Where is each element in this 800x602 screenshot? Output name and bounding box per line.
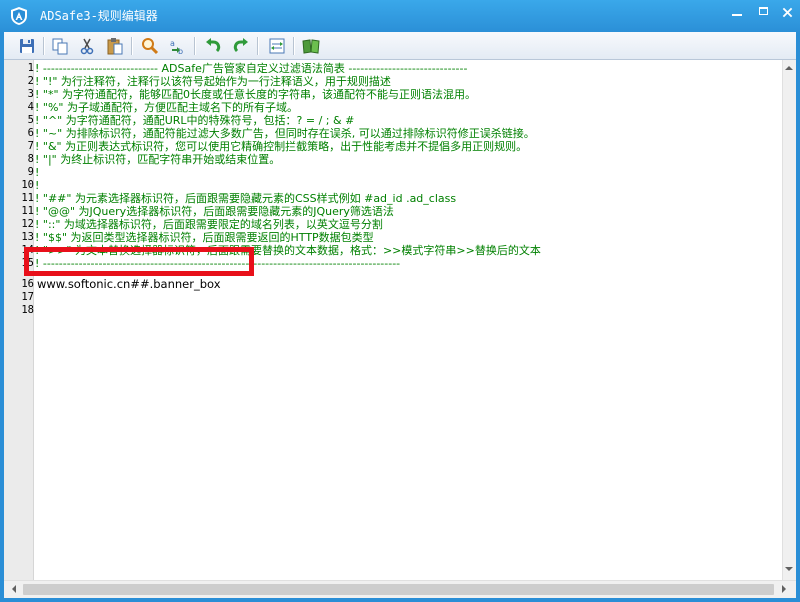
line-number: 13	[21, 231, 34, 243]
minimize-icon	[732, 14, 742, 16]
line-number: 9	[27, 166, 34, 178]
comment-text: ! "^" 为字符通配符，通配URL中的特殊符号，包括：? = / ; & #	[35, 114, 355, 127]
highlighted-rule-box	[24, 247, 254, 276]
comment-text: ! "~" 为排除标识符，通配符能过滤大多数广告，但同时存在误杀, 可以通过排除…	[35, 127, 535, 140]
paste-icon	[107, 38, 123, 55]
find-button[interactable]	[140, 36, 160, 56]
paste-button[interactable]	[105, 36, 125, 56]
toolbar-separator	[257, 37, 259, 55]
toolbar-separator	[43, 37, 45, 55]
comment-text: ! ----------------------------- ADSafe广告…	[35, 62, 468, 75]
copy-button[interactable]	[50, 36, 70, 56]
cut-icon	[80, 38, 94, 55]
rule-editor-window: ADSafe3-规则编辑器 a b 1 ! ------------------…	[0, 0, 800, 602]
toolbar-separator	[194, 37, 196, 55]
comment-text: ! "@@" 为JQuery选择器标识符，后面跟需要隐藏元素的JQuery筛选语…	[35, 205, 394, 218]
scroll-up-icon[interactable]	[783, 62, 795, 74]
comment-text: ! "*" 为字符通配符，能够匹配0长度或任意长度的字符串，该通配符不能与正则语…	[35, 88, 477, 101]
title-bar[interactable]: ADSafe3-规则编辑器	[0, 0, 800, 32]
scroll-down-icon[interactable]	[783, 563, 795, 575]
line-number: 2	[27, 75, 34, 87]
undo-button[interactable]	[203, 36, 223, 56]
replace-icon: a b	[170, 39, 183, 56]
comment-text: ! "%" 为子域通配符，方便匹配主域名下的所有子域。	[35, 101, 298, 114]
vertical-scrollbar[interactable]	[782, 60, 796, 580]
redo-icon	[233, 38, 248, 53]
line-number: 18	[21, 304, 34, 316]
help-button[interactable]	[301, 36, 321, 56]
editor-line[interactable]: 11! "@@" 为JQuery选择器标识符，后面跟需要隐藏元素的JQuery筛…	[4, 205, 796, 218]
horizontal-scroll-thumb[interactable]	[23, 584, 774, 595]
line-number: 16	[21, 278, 34, 290]
cut-button[interactable]	[77, 36, 97, 56]
comment-text: !	[35, 179, 40, 192]
toolbar-separator	[293, 37, 295, 55]
editor-line[interactable]: 12! "::" 为域选择器标识符，后面跟需要限定的域名列表，以英文逗号分割	[4, 218, 796, 231]
editor-line[interactable]: 16 www.softonic.cn##.banner_box	[4, 278, 796, 291]
save-icon	[20, 39, 34, 53]
rule-editor[interactable]: 1! ----------------------------- ADSafe广…	[4, 60, 796, 580]
toolbar: a b	[4, 32, 796, 60]
comment-text: !	[35, 166, 40, 179]
line-number: 10	[21, 179, 34, 191]
maximize-button[interactable]	[752, 4, 774, 20]
save-button[interactable]	[17, 36, 37, 56]
scroll-right-icon[interactable]	[778, 583, 790, 595]
line-number: 12	[21, 218, 34, 230]
editor-line[interactable]: 18	[4, 304, 796, 317]
line-number: 8	[27, 153, 34, 165]
scroll-left-icon[interactable]	[8, 583, 20, 595]
close-icon	[782, 7, 792, 18]
line-number: 3	[27, 88, 34, 100]
editor-line[interactable]: 2! "!" 为行注释符，注释行以该符号起始作为一行注释语义，用于规则描述	[4, 75, 796, 88]
replace-button[interactable]: a b	[168, 36, 188, 56]
rule-text: www.softonic.cn##.banner_box	[37, 277, 221, 291]
comment-text: ! "&" 为正则表达式标识符，您可以使用它精确控制拦截策略，出于性能考虑并不提…	[35, 140, 528, 153]
editor-line[interactable]: 17	[4, 291, 796, 304]
editor-line[interactable]: 10!	[4, 179, 796, 192]
comment-text: ! "$$" 为返回类型选择器标识符，后面跟需要返回的HTTP数据包类型	[35, 231, 374, 244]
editor-line[interactable]: 7! "&" 为正则表达式标识符，您可以使用它精确控制拦截策略，出于性能考虑并不…	[4, 140, 796, 153]
editor-line[interactable]: 4! "%" 为子域通配符，方便匹配主域名下的所有子域。	[4, 101, 796, 114]
find-icon	[142, 38, 159, 55]
svg-text:a: a	[170, 39, 175, 48]
comment-text: ! "!" 为行注释符，注释行以该符号起始作为一行注释语义，用于规则描述	[35, 75, 391, 88]
close-button[interactable]	[776, 4, 798, 20]
line-number: 11	[21, 205, 34, 217]
line-number: 7	[27, 140, 34, 152]
toolbar-separator	[131, 37, 133, 55]
editor-line[interactable]: 5! "^" 为字符通配符，通配URL中的特殊符号，包括：? = / ; & #	[4, 114, 796, 127]
undo-icon	[206, 38, 221, 53]
editor-line[interactable]: 3! "*" 为字符通配符，能够匹配0长度或任意长度的字符串，该通配符不能与正则…	[4, 88, 796, 101]
comment-text: ! "##" 为元素选择器标识符，后面跟需要隐藏元素的CSS样式例如 #ad_i…	[35, 192, 457, 205]
help-book-icon	[302, 39, 320, 54]
minimize-button[interactable]	[726, 4, 748, 20]
adsafe-logo-icon	[9, 6, 29, 26]
maximize-icon	[758, 7, 768, 15]
redo-button[interactable]	[231, 36, 251, 56]
line-number: 11	[21, 192, 34, 204]
editor-line[interactable]: 11! "##" 为元素选择器标识符，后面跟需要隐藏元素的CSS样式例如 #ad…	[4, 192, 796, 205]
import-button[interactable]	[267, 36, 287, 56]
line-number: 17	[21, 291, 34, 303]
editor-line[interactable]: 8! "|" 为终止标识符，匹配字符串开始或结束位置。	[4, 153, 796, 166]
copy-icon	[52, 38, 68, 55]
import-icon	[269, 38, 285, 54]
editor-line[interactable]: 6! "~" 为排除标识符，通配符能过滤大多数广告，但同时存在误杀, 可以通过排…	[4, 127, 796, 140]
line-number: 4	[27, 101, 34, 113]
editor-line[interactable]: 13! "$$" 为返回类型选择器标识符，后面跟需要返回的HTTP数据包类型	[4, 231, 796, 244]
editor-line[interactable]: 1! ----------------------------- ADSafe广…	[4, 62, 796, 75]
comment-text: ! "|" 为终止标识符，匹配字符串开始或结束位置。	[35, 153, 281, 166]
editor-line[interactable]: 9!	[4, 166, 796, 179]
line-number: 6	[27, 127, 34, 139]
line-number: 5	[27, 114, 34, 126]
comment-text: ! "::" 为域选择器标识符，后面跟需要限定的域名列表，以英文逗号分割	[35, 218, 383, 231]
svg-text:b: b	[178, 47, 183, 56]
line-number: 1	[27, 62, 34, 74]
window-title: ADSafe3-规则编辑器	[40, 9, 158, 23]
horizontal-scrollbar[interactable]	[4, 580, 796, 598]
